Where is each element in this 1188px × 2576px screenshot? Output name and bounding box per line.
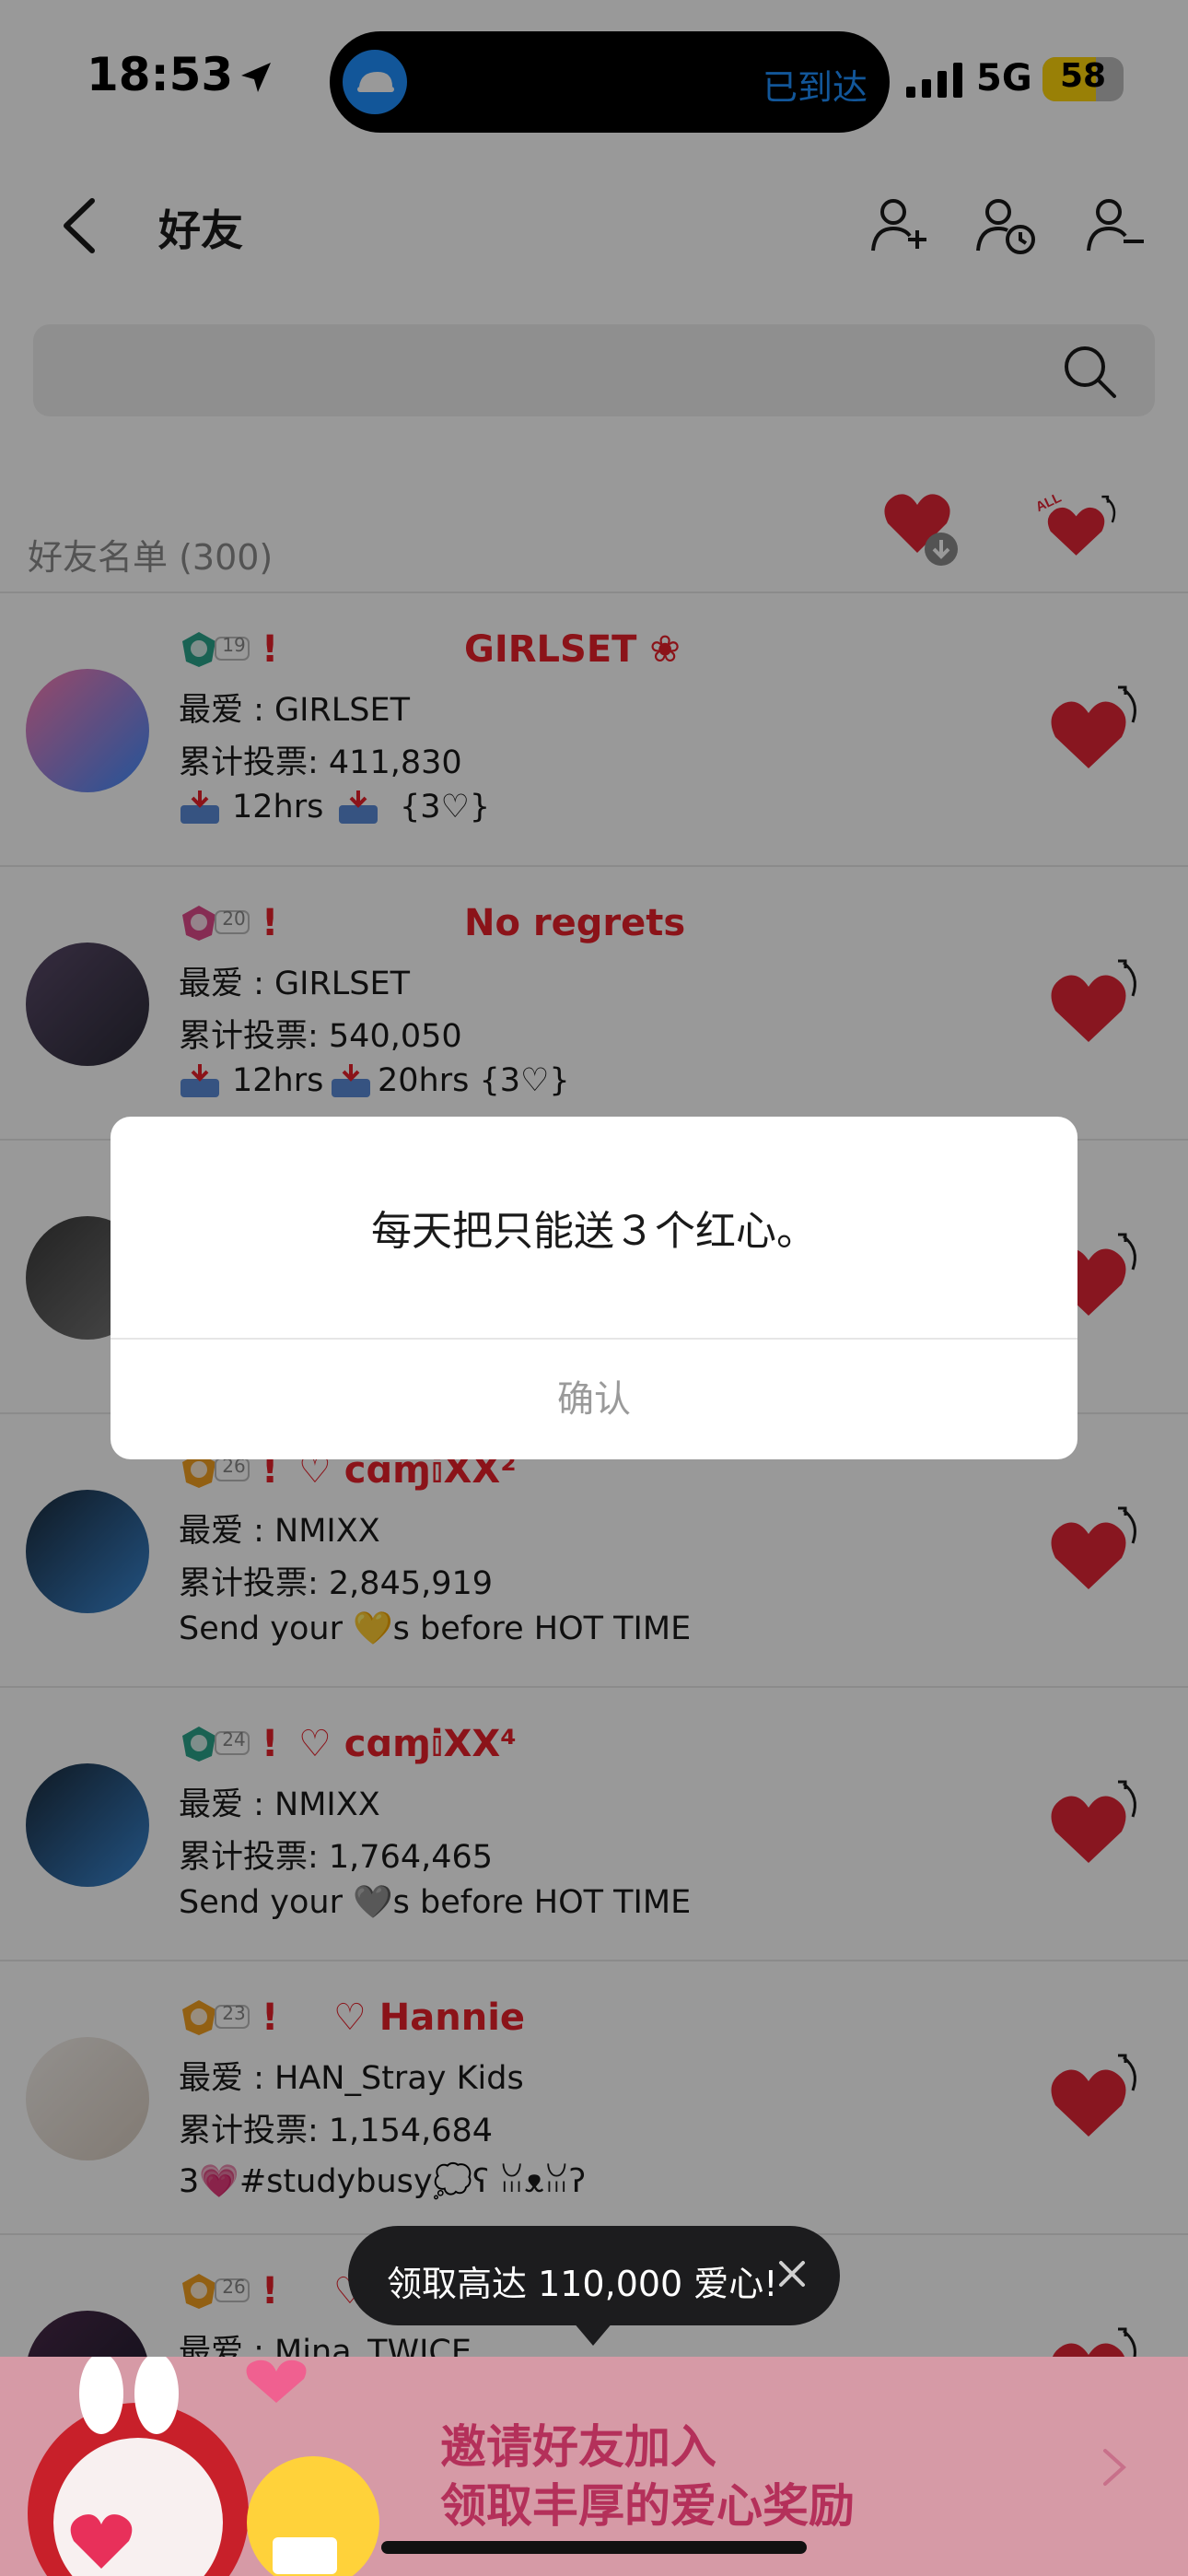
close-icon[interactable] [774,2255,810,2292]
confirm-button[interactable]: 确认 [111,1340,1077,1459]
alert-message: 每天把只能送３个红心。 [371,1208,817,1255]
tooltip-tail [573,2322,613,2346]
banner-subtitle: 领取丰厚的爱心奖励 [440,2479,855,2533]
chevron-right-icon[interactable] [1098,2445,1131,2489]
home-indicator[interactable] [381,2541,807,2554]
banner-title: 邀请好友加入 [440,2420,716,2474]
tooltip-text: 领取高达 110,000 爱心! [387,2264,778,2304]
mascot-illustration [28,2353,379,2576]
